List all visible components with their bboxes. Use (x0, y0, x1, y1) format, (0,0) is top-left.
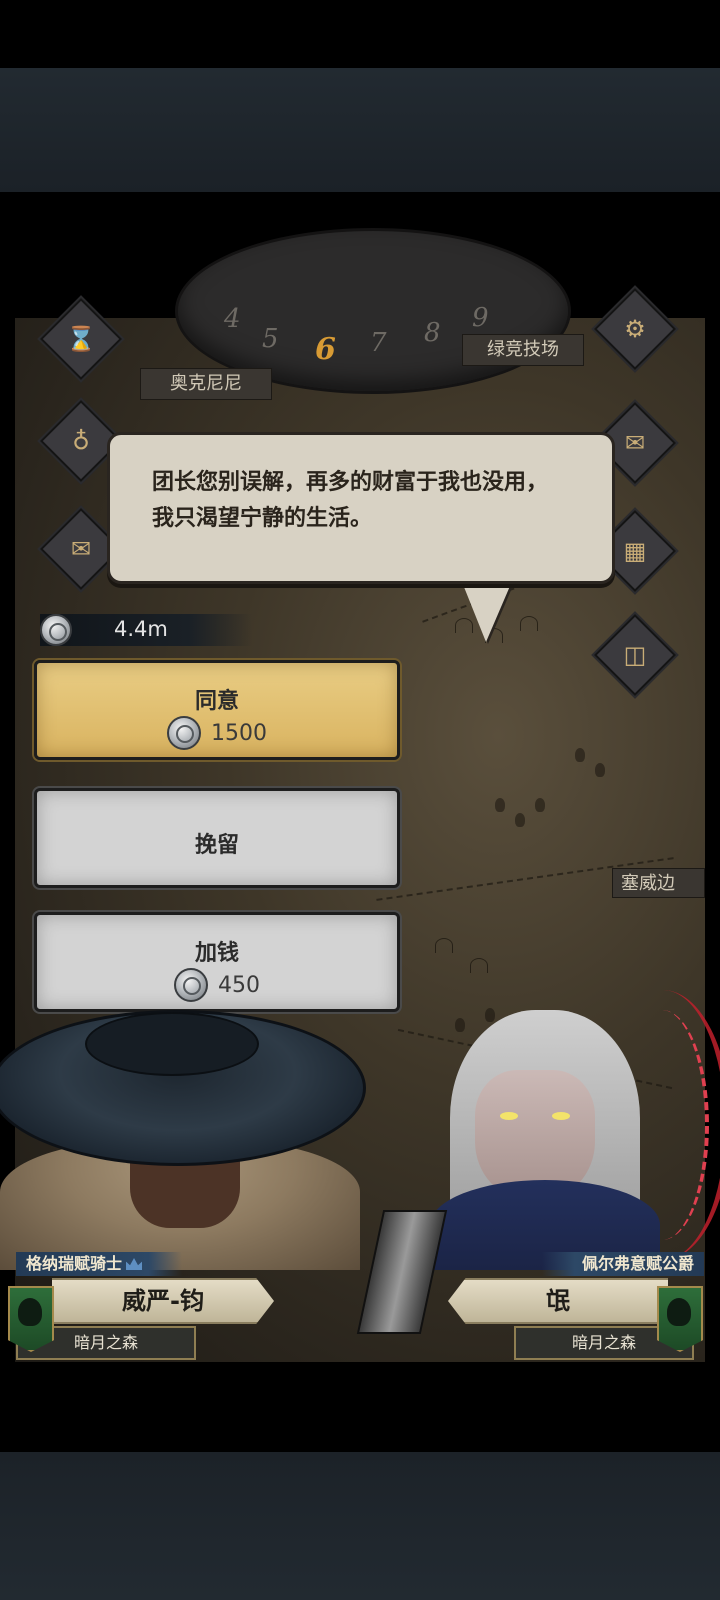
left-character-hat-crown (85, 1012, 259, 1076)
option-cost: 450 (37, 967, 397, 1003)
option-cost: 1500 (37, 715, 397, 751)
map-tree (575, 748, 585, 762)
retain-option-button[interactable]: 挽留 (34, 788, 400, 888)
map-tree (455, 1018, 465, 1032)
right-character-title: 佩尔弗意赋公爵 (541, 1252, 704, 1276)
map-hill (520, 616, 538, 631)
envelope-icon: ✉ (624, 429, 646, 457)
day-number: 7 (370, 328, 387, 358)
location-label-left[interactable]: 奥克尼尼 (140, 368, 272, 400)
top-letterbox-band (0, 68, 720, 192)
day-number-active: 6 (315, 332, 336, 367)
crown-icon (126, 1258, 143, 1270)
right-character-name[interactable]: 氓 (448, 1278, 668, 1324)
right-faction-banner (657, 1286, 703, 1352)
option-cost-value: 1500 (211, 720, 267, 746)
location-label-right[interactable]: 绿竞技场 (462, 334, 584, 366)
option-label: 加钱 (194, 941, 239, 966)
silver-coin-icon (40, 614, 72, 646)
day-number: 9 (472, 303, 489, 333)
left-character-title: 格纳瑞赋骑士 (16, 1252, 183, 1276)
pouch-icon: ♁ (72, 427, 90, 455)
map-tree (515, 813, 525, 827)
money-amount: 4.4m (114, 617, 168, 641)
speech-bubble: 团长您别误解，再多的财富于我也没用， 我只渴望宁静的生活。 (107, 432, 615, 584)
right-character-eye (500, 1112, 518, 1120)
scroll-icon: ✉ (70, 535, 92, 563)
map-hill (470, 958, 488, 973)
right-character-eye (552, 1112, 570, 1120)
option-cost-value: 450 (218, 972, 260, 998)
option-label: 挽留 (194, 833, 239, 858)
add-money-option-button[interactable]: 加钱 450 (34, 912, 400, 1012)
option-label: 同意 (194, 689, 239, 714)
gear-icon: ⚙ (624, 315, 646, 343)
building-icon: ▦ (623, 537, 647, 565)
map-tree (485, 1008, 495, 1022)
map-hill (435, 938, 453, 953)
day-number: 8 (424, 318, 441, 348)
left-character-name[interactable]: 威严-钧 (52, 1278, 274, 1324)
left-title-text: 格纳瑞赋骑士 (26, 1254, 123, 1273)
day-number: 5 (262, 324, 279, 354)
location-label-side[interactable]: 塞威边 (612, 868, 705, 898)
map-tree (595, 763, 605, 777)
money-display: 4.4m (40, 614, 252, 646)
hourglass-icon: ⌛ (66, 325, 96, 353)
map-tree (535, 798, 545, 812)
day-number: 4 (224, 304, 241, 334)
faction-crest-icon (18, 1298, 42, 1326)
agree-option-button[interactable]: 同意 1500 (34, 660, 400, 760)
left-faction-banner (8, 1286, 54, 1352)
faction-crest-icon (667, 1298, 691, 1326)
dialogue-text: 团长您别误解，再多的财富于我也没用， 我只渴望宁静的生活。 (152, 470, 549, 531)
map-tree (495, 798, 505, 812)
silver-coin-icon (174, 968, 208, 1002)
silver-coin-icon (167, 716, 201, 750)
bottom-letterbox-band (0, 1452, 720, 1600)
cargo-icon: ◫ (623, 641, 647, 669)
